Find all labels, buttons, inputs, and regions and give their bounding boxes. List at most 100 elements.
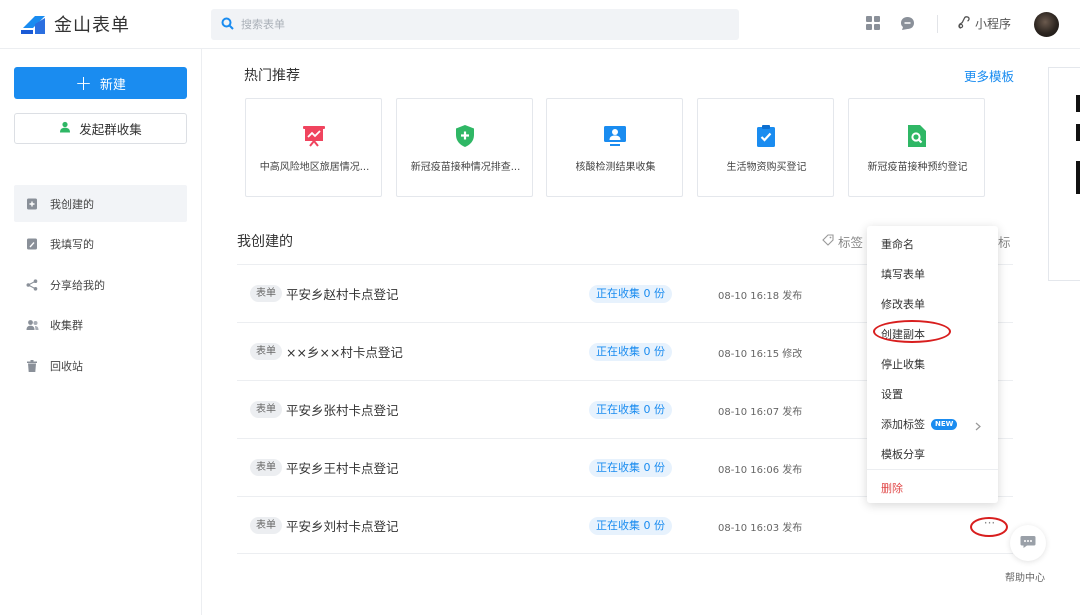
form-name[interactable]: 平安乡张村卡点登记 bbox=[286, 400, 399, 419]
users-icon bbox=[26, 319, 39, 331]
help-button[interactable] bbox=[1010, 525, 1046, 561]
side-panel bbox=[1048, 67, 1080, 281]
menu-item-label: 添加标签 bbox=[881, 418, 925, 431]
menu-item-edit[interactable]: 修改表单 bbox=[881, 296, 925, 312]
avatar[interactable] bbox=[1034, 12, 1059, 37]
form-type-badge: 表单 bbox=[250, 285, 282, 302]
form-type-badge: 表单 bbox=[250, 343, 282, 360]
share-icon bbox=[26, 278, 38, 291]
panel-glyph bbox=[1076, 124, 1080, 141]
form-name[interactable]: 平安乡王村卡点登记 bbox=[286, 458, 399, 477]
new-badge: NEW bbox=[931, 418, 958, 430]
message-icon[interactable] bbox=[900, 16, 915, 34]
status-badge: 正在收集 0 份 bbox=[589, 285, 672, 303]
menu-item-delete[interactable]: 删除 bbox=[881, 480, 903, 496]
sidebar-item-created[interactable]: 我创建的 bbox=[14, 185, 187, 222]
group-user-icon bbox=[59, 121, 71, 136]
tag-icon bbox=[822, 234, 834, 249]
help-label[interactable]: 帮助中心 bbox=[1005, 569, 1045, 584]
status-badge: 正在收集 0 份 bbox=[589, 517, 672, 535]
app-name: 金山表单 bbox=[54, 15, 130, 36]
menu-item-share-template[interactable]: 模板分享 bbox=[881, 446, 925, 462]
form-name[interactable]: 平安乡赵村卡点登记 bbox=[286, 284, 399, 303]
template-card[interactable]: 生活物资购买登记 bbox=[697, 98, 834, 197]
clipboard-check-icon bbox=[754, 124, 778, 148]
top-header: 金山表单 小程序 bbox=[0, 0, 1080, 49]
form-name[interactable]: 平安乡刘村卡点登记 bbox=[286, 516, 399, 535]
logo-icon bbox=[20, 12, 46, 36]
list-tool-right[interactable]: 标 bbox=[998, 232, 1011, 251]
sidebar-item-shared[interactable]: 分享给我的 bbox=[14, 266, 187, 303]
table-row[interactable]: 表单 平安乡刘村卡点登记 正在收集 0 份 08-10 16:03 发布 bbox=[237, 496, 1013, 554]
new-form-label: 新建 bbox=[99, 77, 126, 93]
presentation-chart-icon bbox=[302, 124, 326, 148]
mini-program-icon bbox=[958, 15, 971, 32]
sidebar-item-filled[interactable]: 我填写的 bbox=[14, 226, 187, 263]
template-card[interactable]: 新冠疫苗接种情况排查... bbox=[396, 98, 533, 197]
status-badge: 正在收集 0 份 bbox=[589, 343, 672, 361]
new-form-button[interactable]: + 新建 bbox=[14, 67, 187, 99]
sidebar-item-label: 我创建的 bbox=[50, 197, 94, 211]
search-box[interactable] bbox=[211, 9, 739, 40]
template-card[interactable]: 新冠疫苗接种预约登记 bbox=[848, 98, 985, 197]
panel-glyph bbox=[1076, 95, 1080, 112]
sidebar: + 新建 发起群收集 我创建的 我填写的 分享给我的 收集群 回收站 bbox=[0, 49, 202, 615]
sidebar-item-label: 回收站 bbox=[50, 359, 83, 373]
form-time: 08-10 16:15 修改 bbox=[718, 349, 803, 360]
form-time: 08-10 16:07 发布 bbox=[718, 407, 803, 418]
mini-program-link[interactable]: 小程序 bbox=[958, 15, 1011, 32]
header-divider bbox=[937, 15, 938, 33]
menu-divider bbox=[867, 469, 998, 470]
tag-filter-label: 标签 bbox=[838, 235, 864, 250]
mini-program-label: 小程序 bbox=[975, 17, 1012, 31]
template-name: 核酸检测结果收集 bbox=[575, 162, 656, 173]
sidebar-item-group[interactable]: 收集群 bbox=[14, 307, 187, 344]
app-logo[interactable]: 金山表单 bbox=[20, 11, 130, 37]
menu-item-add-tag[interactable]: 添加标签 NEW bbox=[881, 416, 958, 432]
doc-plus-icon bbox=[26, 198, 38, 210]
template-name: 新冠疫苗接种预约登记 bbox=[867, 162, 968, 173]
menu-item-stop[interactable]: 停止收集 bbox=[881, 356, 925, 372]
group-collect-label: 发起群收集 bbox=[79, 122, 142, 137]
list-divider bbox=[237, 553, 1013, 554]
more-templates-link[interactable]: 更多模板 bbox=[964, 66, 1014, 85]
form-time: 08-10 16:03 发布 bbox=[718, 523, 803, 534]
row-more-button[interactable]: ··· bbox=[972, 516, 1007, 536]
menu-item-duplicate[interactable]: 创建副本 bbox=[881, 326, 925, 342]
panel-glyph bbox=[1076, 161, 1080, 194]
search-input[interactable] bbox=[241, 18, 721, 31]
template-name: 生活物资购买登记 bbox=[726, 162, 807, 173]
sidebar-item-label: 我填写的 bbox=[50, 238, 94, 251]
form-name[interactable]: ××乡××村卡点登记 bbox=[286, 342, 403, 361]
template-card[interactable]: 核酸检测结果收集 bbox=[546, 98, 683, 197]
template-name: 中高风险地区旅居情况... bbox=[259, 162, 370, 173]
chat-bubble-icon bbox=[1020, 535, 1036, 552]
apps-grid-icon[interactable] bbox=[866, 16, 880, 33]
status-badge: 正在收集 0 份 bbox=[589, 459, 672, 477]
form-time: 08-10 16:06 发布 bbox=[718, 465, 803, 476]
sidebar-nav: 我创建的 我填写的 分享给我的 收集群 回收站 bbox=[14, 185, 187, 388]
chevron-right-icon bbox=[975, 421, 981, 434]
form-type-badge: 表单 bbox=[250, 459, 282, 476]
status-badge: 正在收集 0 份 bbox=[589, 401, 672, 419]
form-type-badge: 表单 bbox=[250, 401, 282, 418]
tag-filter-button[interactable]: 标签 bbox=[822, 232, 863, 251]
doc-edit-icon bbox=[26, 238, 38, 250]
form-type-badge: 表单 bbox=[250, 517, 282, 534]
hot-section-title: 热门推荐 bbox=[244, 68, 300, 84]
sidebar-item-label: 收集群 bbox=[50, 319, 83, 332]
template-card[interactable]: 中高风险地区旅居情况... bbox=[245, 98, 382, 197]
menu-item-rename[interactable]: 重命名 bbox=[881, 236, 914, 252]
template-name: 新冠疫苗接种情况排查... bbox=[410, 162, 521, 173]
trash-icon bbox=[26, 359, 38, 372]
plus-icon: + bbox=[75, 71, 92, 95]
monitor-user-icon bbox=[603, 124, 627, 148]
form-time: 08-10 16:18 发布 bbox=[718, 291, 803, 302]
document-search-icon bbox=[905, 124, 929, 148]
group-collect-button[interactable]: 发起群收集 bbox=[14, 113, 187, 144]
menu-item-fill[interactable]: 填写表单 bbox=[881, 266, 925, 282]
sidebar-item-trash[interactable]: 回收站 bbox=[14, 347, 187, 384]
menu-item-settings[interactable]: 设置 bbox=[881, 386, 903, 402]
search-icon bbox=[221, 17, 234, 33]
shield-plus-icon bbox=[453, 124, 477, 148]
